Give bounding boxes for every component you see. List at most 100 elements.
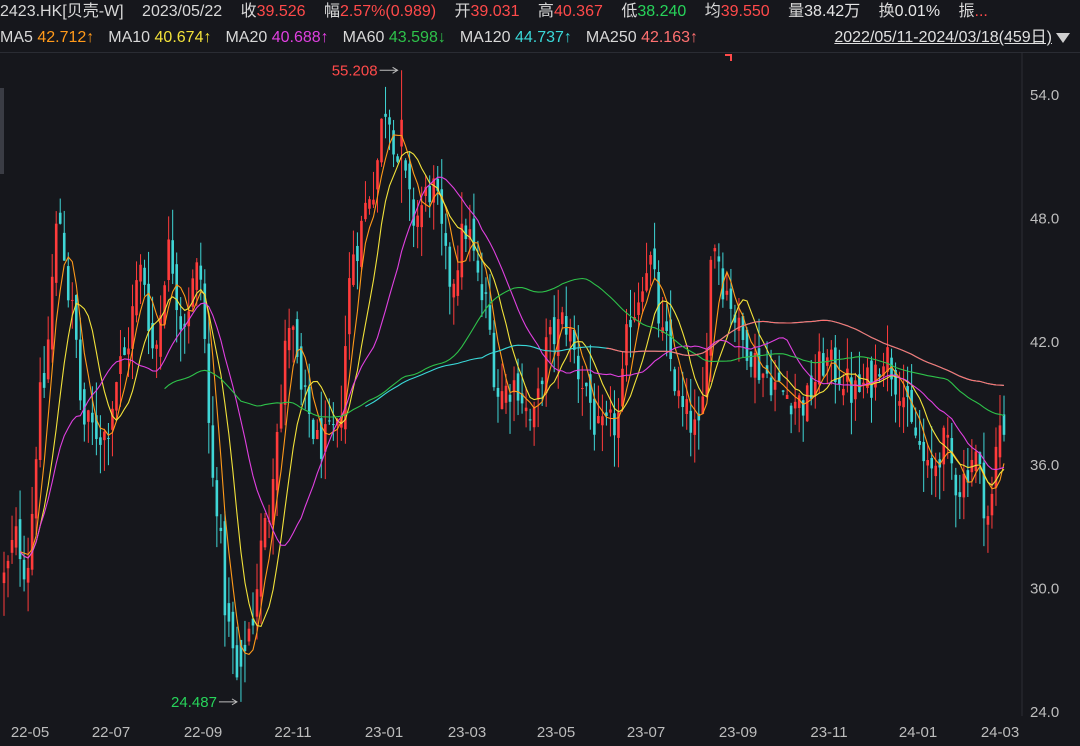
candle-body	[384, 113, 387, 117]
crosshair-marker-icon	[725, 54, 732, 61]
candle-body	[990, 493, 994, 516]
candle-body	[147, 283, 150, 332]
candle-body	[2, 572, 6, 584]
low-price-label: 24.487	[171, 694, 217, 711]
candle-body	[428, 185, 432, 203]
candle-body	[328, 420, 331, 422]
candle-body	[705, 349, 709, 398]
candle-body	[54, 223, 58, 283]
candle-body	[597, 415, 600, 424]
candle-body	[954, 474, 958, 496]
candle-body	[223, 521, 227, 616]
candle-body	[560, 312, 564, 325]
y-tick-label: 36.0	[1030, 457, 1059, 474]
high-price-label: 55.208	[332, 62, 378, 79]
candle-body	[291, 326, 295, 330]
candle-body	[576, 355, 580, 380]
candle-body	[878, 374, 881, 377]
candle-body	[958, 492, 962, 497]
candle-body	[504, 385, 508, 403]
y-tick-label: 42.0	[1030, 334, 1059, 351]
candle-body	[155, 344, 158, 349]
candle-body	[508, 394, 512, 402]
candle-body	[50, 276, 54, 350]
candle-body	[637, 302, 640, 316]
x-tick-label: 23-03	[448, 724, 486, 741]
candle-body	[275, 431, 279, 491]
candle-body	[552, 317, 556, 345]
candle-body	[850, 377, 853, 403]
x-tick-label: 23-05	[537, 724, 575, 741]
candle-body	[396, 156, 399, 162]
candle-body	[516, 373, 520, 401]
candle-body	[6, 560, 10, 569]
candle-body	[91, 412, 94, 423]
candle-body	[862, 382, 865, 385]
candle-body	[303, 385, 307, 387]
y-tick-label: 48.0	[1030, 210, 1059, 227]
candle-body	[332, 424, 335, 426]
candle-body	[757, 348, 761, 381]
candle-body	[259, 540, 263, 597]
candle-body	[123, 347, 126, 356]
candle-body	[725, 290, 729, 295]
candlestick-chart[interactable]: 54.0 48.0 42.0 36.0 30.0 24.0 22-05 22-07 22-09 2…	[0, 0, 1080, 746]
candle-body	[207, 343, 211, 423]
candle-body	[127, 348, 130, 355]
candle-body	[360, 220, 363, 267]
candle-body	[629, 319, 632, 328]
candle-body	[761, 373, 765, 378]
candle-body	[119, 356, 122, 375]
candle-body	[601, 416, 604, 426]
candle-body	[665, 321, 668, 331]
candle-body	[950, 438, 954, 464]
candle-body	[777, 372, 781, 382]
candle-body	[323, 424, 327, 452]
candle-body	[203, 283, 207, 339]
candle-body	[87, 410, 90, 422]
candle-body	[1002, 414, 1006, 435]
candle-body	[420, 205, 423, 228]
candle-body	[247, 628, 251, 642]
candle-body	[709, 259, 713, 356]
candle-body	[681, 396, 685, 408]
candle-body	[372, 199, 375, 205]
candle-body	[364, 202, 367, 220]
candle-body	[645, 273, 648, 291]
candle-body	[107, 437, 110, 439]
candle-body	[657, 272, 660, 324]
candle-body	[103, 431, 106, 441]
candle-body	[962, 473, 966, 498]
candle-body	[38, 382, 42, 460]
candle-body	[352, 254, 355, 285]
candle-body	[62, 232, 66, 261]
candle-body	[902, 397, 905, 408]
candle-body	[713, 248, 717, 252]
candle-body	[231, 611, 235, 649]
scroll-indicator	[0, 88, 4, 174]
candle-body	[476, 260, 480, 273]
candle-body	[480, 284, 484, 301]
x-tick-label: 23-09	[719, 724, 757, 741]
candle-body	[934, 465, 938, 477]
candle-body	[673, 369, 676, 392]
x-tick-label: 22-11	[274, 724, 311, 741]
candle-body	[199, 265, 203, 280]
candle-body	[789, 405, 793, 415]
candle-body	[689, 410, 693, 433]
candle-body	[581, 388, 584, 390]
candle-body	[922, 441, 925, 462]
candle-body	[488, 305, 492, 330]
candle-body	[356, 245, 359, 262]
candle-body	[219, 527, 223, 532]
candle-body	[416, 215, 419, 227]
candle-body	[34, 459, 38, 519]
candle-body	[271, 479, 275, 525]
candle-body	[528, 419, 532, 421]
candle-body	[66, 266, 70, 301]
candle-body	[79, 339, 82, 401]
candle-body	[143, 267, 146, 285]
y-tick-label: 54.0	[1030, 87, 1059, 104]
x-tick-label: 24-03	[981, 724, 1019, 741]
candle-body	[135, 280, 138, 316]
